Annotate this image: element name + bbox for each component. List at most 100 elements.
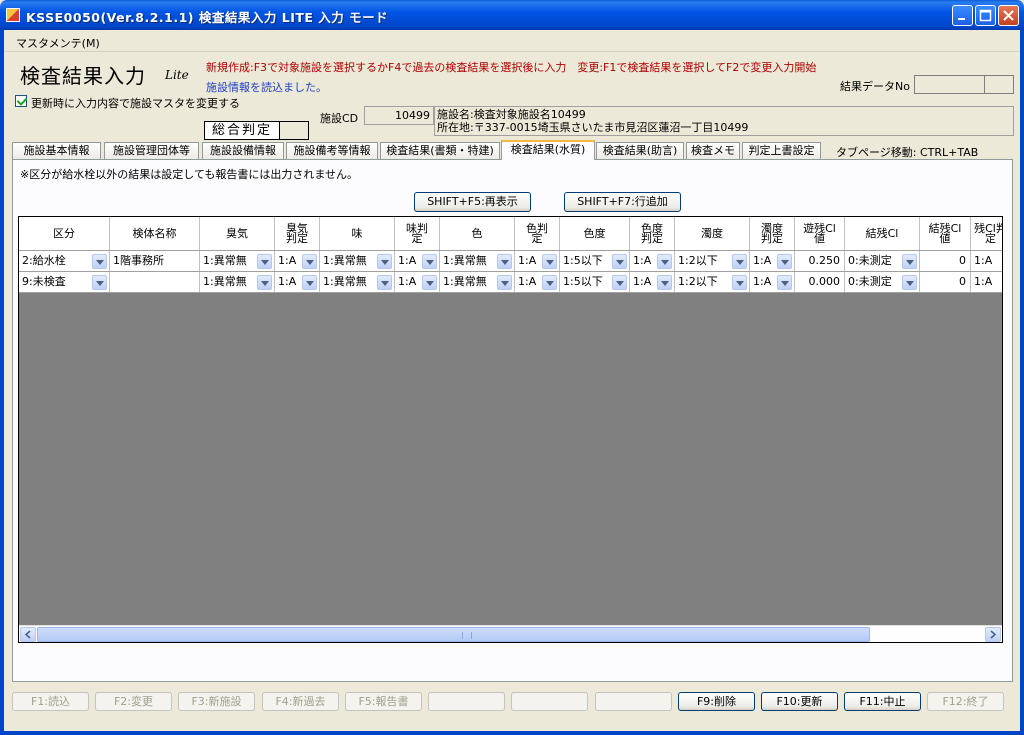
dropdown-arrow-icon[interactable] xyxy=(657,275,672,290)
header-chromaticity[interactable]: 色度 xyxy=(560,217,630,250)
cell-combined-chlorine[interactable]: 0:未測定 xyxy=(845,272,920,292)
header-odor-judge[interactable]: 臭気 判定 xyxy=(275,217,320,250)
tab-result-water-quality[interactable]: 検査結果(水質) xyxy=(501,140,595,160)
cell-color-judge[interactable]: 1:A xyxy=(515,251,560,271)
minimize-icon[interactable] xyxy=(952,5,973,26)
header-sample-name[interactable]: 検体名称 xyxy=(110,217,200,250)
cell-odor[interactable]: 1:異常無 xyxy=(200,272,275,292)
header-combined-chlorine-value[interactable]: 結残Cl 値 xyxy=(920,217,971,250)
dropdown-arrow-icon[interactable] xyxy=(377,275,392,290)
cell-odor-judge[interactable]: 1:A xyxy=(275,251,320,271)
dropdown-arrow-icon[interactable] xyxy=(497,254,512,269)
dropdown-arrow-icon[interactable] xyxy=(902,254,917,269)
header-taste-judge[interactable]: 味判 定 xyxy=(395,217,440,250)
f6-button[interactable] xyxy=(428,692,505,711)
header-chromaticity-judge[interactable]: 色度 判定 xyxy=(630,217,675,250)
f8-button[interactable] xyxy=(595,692,672,711)
header-color[interactable]: 色 xyxy=(440,217,515,250)
cell-chromaticity[interactable]: 1:5以下 xyxy=(560,251,630,271)
dropdown-arrow-icon[interactable] xyxy=(612,275,627,290)
cell-color[interactable]: 1:異常無 xyxy=(440,272,515,292)
dropdown-arrow-icon[interactable] xyxy=(542,275,557,290)
cell-sample-name[interactable]: 1階事務所 xyxy=(110,251,200,271)
dropdown-arrow-icon[interactable] xyxy=(777,275,792,290)
cell-free-chlorine-value[interactable]: 0.250 xyxy=(795,251,845,271)
f12-exit-button[interactable]: F12:終了 xyxy=(927,692,1004,711)
cell-category[interactable]: 9:未検査 xyxy=(19,272,110,292)
cell-combined-chlorine[interactable]: 0:未測定 xyxy=(845,251,920,271)
f10-update-button[interactable]: F10:更新 xyxy=(761,692,838,711)
f2-change-button[interactable]: F2:変更 xyxy=(95,692,172,711)
dropdown-arrow-icon[interactable] xyxy=(302,275,317,290)
header-odor[interactable]: 臭気 xyxy=(200,217,275,250)
dropdown-arrow-icon[interactable] xyxy=(422,254,437,269)
tab-facility-notes[interactable]: 施設備考等情報 xyxy=(286,142,378,159)
header-turbidity[interactable]: 濁度 xyxy=(675,217,750,250)
dropdown-arrow-icon[interactable] xyxy=(542,254,557,269)
cell-turbidity[interactable]: 1:2以下 xyxy=(675,272,750,292)
update-master-checkbox[interactable] xyxy=(15,95,27,107)
cell-taste-judge[interactable]: 1:A xyxy=(395,272,440,292)
dropdown-arrow-icon[interactable] xyxy=(257,254,272,269)
header-taste[interactable]: 味 xyxy=(320,217,395,250)
cell-taste[interactable]: 1:異常無 xyxy=(320,251,395,271)
menu-item-master-maintenance[interactable]: マスタメンテ(M) xyxy=(16,35,100,51)
dropdown-arrow-icon[interactable] xyxy=(422,275,437,290)
cell-combined-chlorine-value[interactable]: 0 xyxy=(920,251,971,271)
f4-new-past-button[interactable]: F4:新過去 xyxy=(262,692,339,711)
title-bar[interactable]: KSSE0050(Ver.8.2.1.1) 検査結果入力 LITE 入力 モード xyxy=(0,0,1024,30)
arrow-left-icon[interactable] xyxy=(20,627,36,642)
cell-odor[interactable]: 1:異常無 xyxy=(200,251,275,271)
cell-odor-judge[interactable]: 1:A xyxy=(275,272,320,292)
cell-turbidity-judge[interactable]: 1:A xyxy=(750,251,795,271)
cell-turbidity-judge[interactable]: 1:A xyxy=(750,272,795,292)
cell-chromaticity-judge[interactable]: 1:A xyxy=(630,251,675,271)
cell-chromaticity[interactable]: 1:5以下 xyxy=(560,272,630,292)
horizontal-scrollbar[interactable] xyxy=(19,625,1002,642)
dropdown-arrow-icon[interactable] xyxy=(377,254,392,269)
cell-sample-name[interactable] xyxy=(110,272,200,292)
dropdown-arrow-icon[interactable] xyxy=(92,275,107,290)
header-category[interactable]: 区分 xyxy=(19,217,110,250)
tab-facility-basic[interactable]: 施設基本情報 xyxy=(12,142,101,159)
cell-residual-chlorine-judge[interactable]: 1:A xyxy=(971,251,1002,271)
f3-new-facility-button[interactable]: F3:新施設 xyxy=(178,692,255,711)
cell-combined-chlorine-value[interactable]: 0 xyxy=(920,272,971,292)
f5-report-button[interactable]: F5:報告書 xyxy=(345,692,422,711)
cell-taste[interactable]: 1:異常無 xyxy=(320,272,395,292)
cell-taste-judge[interactable]: 1:A xyxy=(395,251,440,271)
f7-button[interactable] xyxy=(511,692,588,711)
dropdown-arrow-icon[interactable] xyxy=(257,275,272,290)
close-icon[interactable] xyxy=(998,5,1019,26)
header-residual-chlorine-judge[interactable]: 残Cl判 定 xyxy=(971,217,1002,250)
tab-result-documents[interactable]: 検査結果(書類・特建) xyxy=(380,142,500,159)
tab-facility-management[interactable]: 施設管理団体等 xyxy=(104,142,199,159)
dropdown-arrow-icon[interactable] xyxy=(902,275,917,290)
dropdown-arrow-icon[interactable] xyxy=(732,275,747,290)
cell-color-judge[interactable]: 1:A xyxy=(515,272,560,292)
tab-facility-equipment[interactable]: 施設設備情報 xyxy=(202,142,284,159)
tab-override-settings[interactable]: 判定上書設定 xyxy=(742,142,821,159)
cell-free-chlorine-value[interactable]: 0.000 xyxy=(795,272,845,292)
header-turbidity-judge[interactable]: 濁度 判定 xyxy=(750,217,795,250)
maximize-icon[interactable] xyxy=(975,5,996,26)
cell-turbidity[interactable]: 1:2以下 xyxy=(675,251,750,271)
dropdown-arrow-icon[interactable] xyxy=(612,254,627,269)
f11-cancel-button[interactable]: F11:中止 xyxy=(844,692,921,711)
header-combined-chlorine[interactable]: 結残Cl xyxy=(845,217,920,250)
f9-delete-button[interactable]: F9:削除 xyxy=(678,692,755,711)
update-master-label[interactable]: 更新時に入力内容で施設マスタを変更する xyxy=(31,95,240,111)
dropdown-arrow-icon[interactable] xyxy=(657,254,672,269)
f1-load-button[interactable]: F1:読込 xyxy=(12,692,89,711)
cell-color[interactable]: 1:異常無 xyxy=(440,251,515,271)
arrow-right-icon[interactable] xyxy=(985,627,1001,642)
scrollbar-thumb[interactable] xyxy=(37,627,870,642)
cell-residual-chlorine-judge[interactable]: 1:A xyxy=(971,272,1002,292)
header-free-chlorine-value[interactable]: 遊残Cl 値 xyxy=(795,217,845,250)
tab-result-advice[interactable]: 検査結果(助言) xyxy=(596,142,684,159)
dropdown-arrow-icon[interactable] xyxy=(732,254,747,269)
cell-category[interactable]: 2:給水栓 xyxy=(19,251,110,271)
dropdown-arrow-icon[interactable] xyxy=(777,254,792,269)
cell-chromaticity-judge[interactable]: 1:A xyxy=(630,272,675,292)
header-color-judge[interactable]: 色判 定 xyxy=(515,217,560,250)
